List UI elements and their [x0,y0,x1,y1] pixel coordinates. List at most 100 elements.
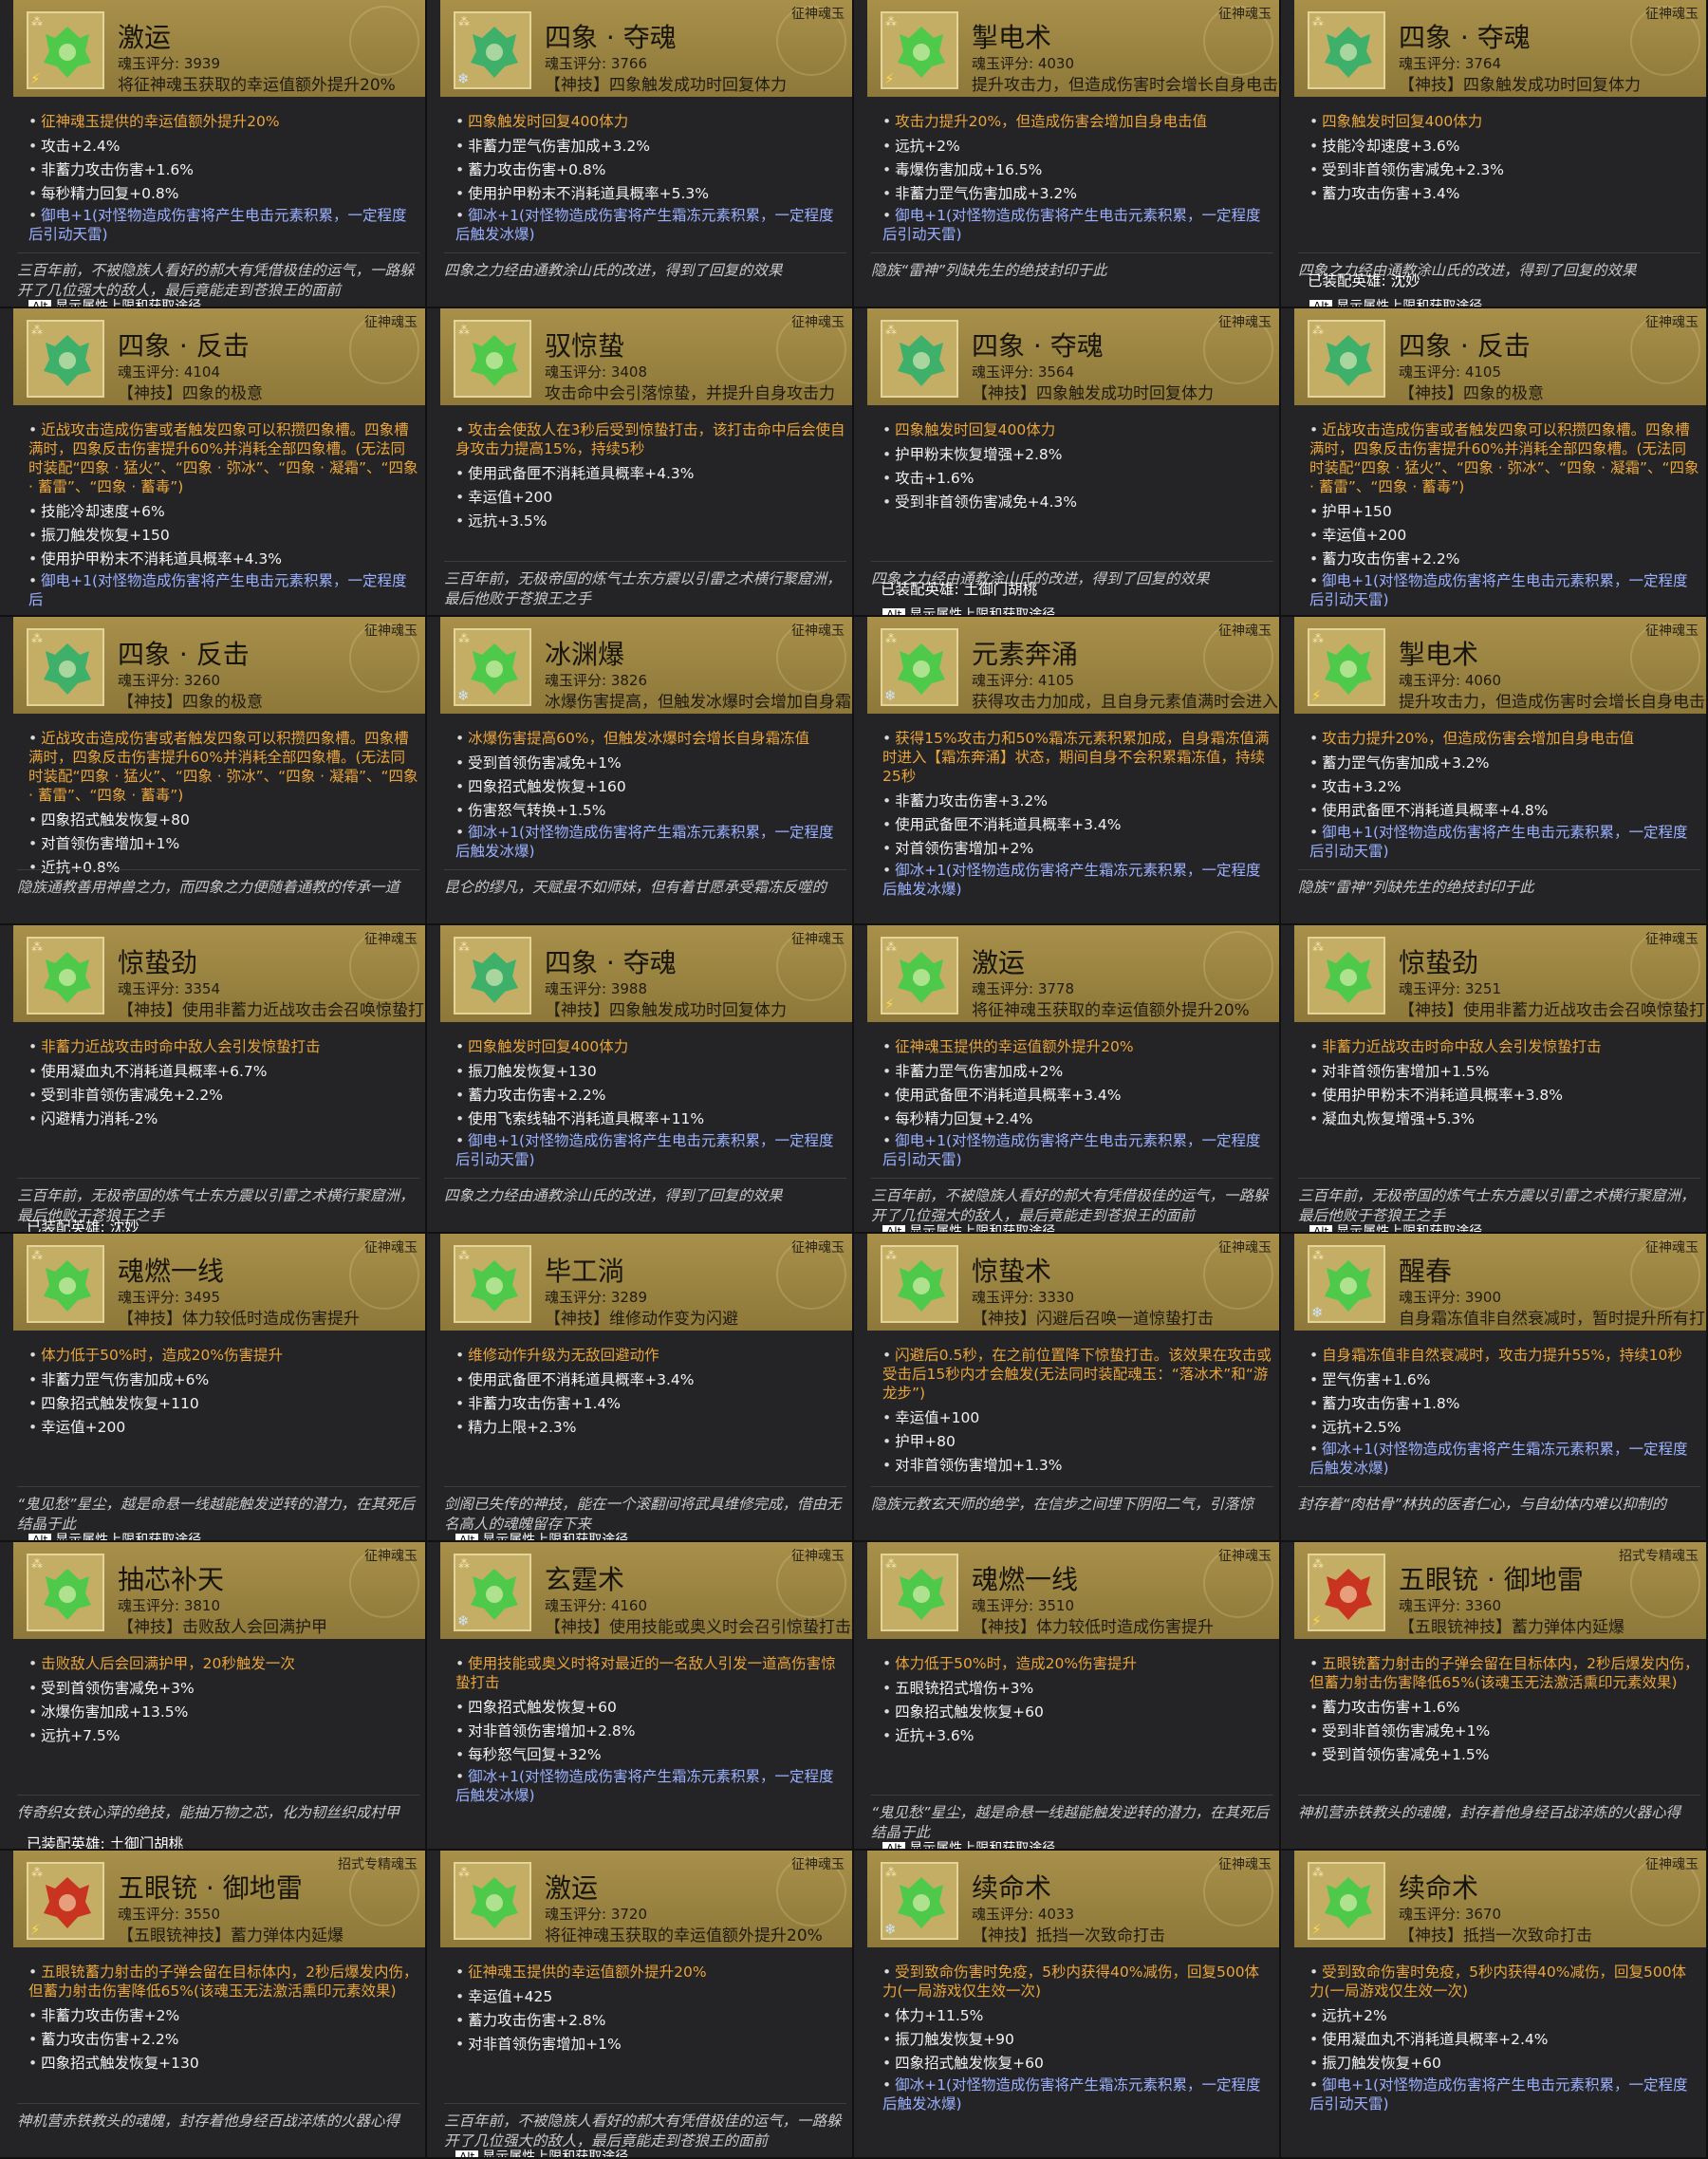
bullet-icon: • [28,161,38,178]
jade-type-tag: 征神魂玉 [791,7,845,22]
soul-jade-card[interactable]: 征神魂玉 ⁂ 四象 · 夺魂 魂玉评分: 3764 【神技】四象触发成功时回复体… [1281,0,1708,308]
flavor-text: 传奇织女铁心萍的绝技，能抽万物之芯，化为韧丝织成村甲 [17,1795,419,1823]
soul-jade-card[interactable]: 征神魂玉 ⁂ ❄ 冰渊爆 魂玉评分: 3826 冰爆伤害提高，但触发冰爆时会增加… [427,617,854,925]
jade-icon: ⁂ [454,1245,531,1323]
bullet-icon: • [28,113,38,130]
soul-jade-card[interactable]: 征神魂玉 ⁂ ❄ 元素奔涌 魂玉评分: 4105 获得攻击力加成，且自身元素值满… [854,617,1281,925]
stat-list: • 体力低于50%时，造成20%伤害提升 • 五眼铳招式增伤+3% • 四象招式触发恢复+… [882,1652,1273,1748]
soul-jade-card[interactable]: 征神魂玉 ⁂ 毕工淌 魂玉评分: 3289 【神技】维修动作变为闪避 • 维修动作… [427,1234,854,1542]
passive-effect-line: • 征神魂玉提供的幸运值额外提升20% [28,112,419,131]
line-text: 振刀触发恢复+90 [895,2031,1014,2048]
soul-jade-card[interactable]: 征神魂玉 ⁂ 魂燃一线 魂玉评分: 3510 【神技】体力较低时造成伤害提升 •… [854,1542,1281,1851]
bullet-icon: • [28,1110,38,1127]
soul-jade-card[interactable]: 征神魂玉 ⁂ ❄ 醒春 魂玉评分: 3900 自身霜冻值非自然衰减时，暂时提升所… [1281,1234,1708,1542]
line-text: 御电+1(对怪物造成伤害将产生电击元素积累，一定程度后 [28,572,407,608]
jade-name: 四象 · 夺魂 [545,22,677,53]
soul-jade-card[interactable]: 征神魂玉 ⁂ ⚡ 续命术 魂玉评分: 3670 【神技】抵挡一次致命打击 • 受到… [1281,1851,1708,2159]
soul-jade-card[interactable]: ⁂ ⚡ 激运 魂玉评分: 3939 将征神魂玉获取的幸运值额外提升20% • 征神… [0,0,427,308]
jade-name: 玄霆术 [545,1564,625,1595]
line-text: 使用武备匣不消耗道具概率+3.4% [895,1087,1122,1104]
jade-skill-desc: 【神技】四象触发成功时回复体力 [545,1001,787,1020]
bullet-icon: • [882,2055,892,2072]
soul-jade-card[interactable]: 征神魂玉 ⁂ ❄ 四象 · 夺魂 魂玉评分: 3766 【神技】四象触发成功时回… [427,0,854,308]
soul-jade-card[interactable]: 征神魂玉 ⁂ ❄ 续命术 魂玉评分: 4033 【神技】抵挡一次致命打击 • 受到… [854,1851,1281,2159]
jade-score: 魂玉评分: 3766 [545,55,647,72]
soul-jade-card[interactable]: 征神魂玉 ⁂ 四象 · 反击 魂玉评分: 3260 【神技】四象的极意 • 近战攻… [0,617,427,925]
line-text: 四象招式触发恢复+60 [895,1703,1044,1721]
line-text: 使用武备匣不消耗道具概率+4.3% [468,465,695,482]
soul-jade-card[interactable]: 招式专精魂玉 ⁂ ⚡ 五眼铳 · 御地雷 魂玉评分: 3550 【五眼铳神技】蓄… [0,1851,427,2159]
jade-type-tag: 征神魂玉 [1218,1240,1272,1256]
soul-jade-card[interactable]: 招式专精魂玉 ⁂ ⚡ 五眼铳 · 御地雷 魂玉评分: 3360 【五眼铳神技】蓄… [1281,1542,1708,1851]
bullet-icon: • [882,1964,892,1981]
soul-jade-card[interactable]: 征神魂玉 ⁂ ❄ 玄霆术 魂玉评分: 4160 【神技】使用技能或奥义时会召引惊… [427,1542,854,1851]
soul-jade-card[interactable]: 征神魂玉 ⁂ 激运 魂玉评分: 3720 将征神魂玉获取的幸运值额外提升20% … [427,1851,854,2159]
jade-skill-desc: 提升攻击力，但造成伤害时会增长自身电击值 [1399,693,1708,712]
element-infusion-line: • 御电+1(对怪物造成伤害将产生电击元素积累，一定程度后引动天雷) [28,206,419,244]
line-text: 对非首领伤害增加+1% [468,2036,622,2053]
line-text: 对非首领伤害增加+2.8% [468,1722,636,1740]
stat-list: • 四象触发时回复400体力 • 技能冷却速度+3.6% • 受到非首领伤害减免+2.3%… [1309,110,1700,206]
line-text: 御冰+1(对怪物造成伤害将产生霜冻元素积累，一定程度后触发冰爆) [455,1768,834,1804]
bullet-icon: • [28,1371,38,1388]
passive-effect-line: • 四象触发时回复400体力 [455,1037,846,1056]
jade-type-tag: 征神魂玉 [1645,1240,1699,1256]
soul-jade-card[interactable]: 征神魂玉 ⁂ 四象 · 夺魂 魂玉评分: 3564 【神技】四象触发成功时回复体… [854,308,1281,617]
stat-line: • 护甲+80 [882,1430,1273,1454]
line-text: 幸运值+100 [895,1409,980,1426]
card-header: 征神魂玉 ⁂ 四象 · 夺魂 魂玉评分: 3988 【神技】四象触发成功时回复体… [440,925,852,1022]
bullet-icon: • [1309,550,1319,568]
line-text: 四象招式触发恢复+60 [895,2055,1044,2072]
line-text: 毒爆伤害加成+16.5% [895,161,1043,178]
bullet-icon: • [882,185,892,202]
jade-icon: ⁂ [881,320,958,398]
jade-type-tag: 征神魂玉 [791,624,845,639]
jade-icon: ⁂ ❄ [454,11,531,89]
stat-line: • 攻击+1.6% [882,467,1273,491]
jade-icon: ⁂ [27,628,104,706]
bullet-icon: • [882,421,892,438]
jade-type-tag: 征神魂玉 [364,1549,418,1564]
soul-jade-card[interactable]: 征神魂玉 ⁂ 惊蛰劲 魂玉评分: 3251 【神技】使用非蓄力近战攻击会召唤惊蛰… [1281,925,1708,1234]
line-text: 四象触发时回复400体力 [895,421,1056,438]
bullet-icon: • [455,113,465,130]
soul-jade-card[interactable]: 征神魂玉 ⁂ 四象 · 夺魂 魂玉评分: 3988 【神技】四象触发成功时回复体… [427,925,854,1234]
jade-icon: ⁂ ⚡ [1308,628,1385,706]
card-header: 征神魂玉 ⁂ 抽芯补天 魂玉评分: 3810 【神技】击败敌人会回满护甲 [13,1542,425,1639]
line-text: 使用飞索线轴不消耗道具概率+11% [468,1110,705,1127]
alt-hint: Alt 显示属性上限和获取途径 [28,296,201,307]
soul-jade-card[interactable]: 征神魂玉 ⁂ 四象 · 反击 魂玉评分: 4104 【神技】四象的极意 • 近战攻… [0,308,427,617]
soul-jade-card[interactable]: 征神魂玉 ⁂ 驭惊蛰 魂玉评分: 3408 攻击命中会引落惊蛰，并提升自身攻击力… [427,308,854,617]
stat-line: • 凝血丸恢复增强+5.3% [1309,1107,1700,1131]
soul-jade-card[interactable]: 征神魂玉 ⁂ 惊蛰术 魂玉评分: 3330 【神技】闪避后召唤一道惊蛰打击 • 闪… [854,1234,1281,1542]
jade-name: 四象 · 夺魂 [1399,22,1531,53]
soul-jade-card[interactable]: 征神魂玉 ⁂ 惊蛰劲 魂玉评分: 3354 【神技】使用非蓄力近战攻击会召唤惊蛰… [0,925,427,1234]
alt-hint: Alt 显示属性上限和获取途径 [882,605,1055,615]
bullet-icon: • [455,754,465,772]
jade-score: 魂玉评分: 3564 [972,363,1074,381]
jade-score: 魂玉评分: 3354 [118,980,220,997]
line-text: 四象招式触发恢复+110 [41,1395,199,1412]
bullet-icon: • [28,1347,38,1364]
bullet-icon: • [882,2007,892,2024]
alt-hint: Alt 显示属性上限和获取途径 [1309,296,1482,307]
soul-jade-card[interactable]: 征神魂玉 ⁂ 魂燃一线 魂玉评分: 3495 【神技】体力较低时造成伤害提升 •… [0,1234,427,1542]
equipped-hero: 已装配英雄: 沈妙 [27,1219,139,1234]
line-text: 对首领伤害增加+2% [895,840,1034,857]
bullet-icon: • [882,1433,892,1450]
soul-jade-card[interactable]: ⁂ ⚡ 激运 魂玉评分: 3778 将征神魂玉获取的幸运值额外提升20% • 征神… [854,925,1281,1234]
jade-score: 魂玉评分: 4160 [545,1597,647,1614]
soul-jade-card[interactable]: 征神魂玉 ⁂ 四象 · 反击 魂玉评分: 4105 【神技】四象的极意 • 近战攻… [1281,308,1708,617]
bullet-icon: • [882,207,892,224]
card-header: 征神魂玉 ⁂ 惊蛰术 魂玉评分: 3330 【神技】闪避后召唤一道惊蛰打击 [867,1234,1279,1331]
soul-jade-card[interactable]: 征神魂玉 ⁂ 抽芯补天 魂玉评分: 3810 【神技】击败敌人会回满护甲 • 击败… [0,1542,427,1851]
jade-score: 魂玉评分: 4033 [972,1906,1074,1923]
soul-jade-card[interactable]: 征神魂玉 ⁂ ⚡ 掣电术 魂玉评分: 4030 提升攻击力，但造成伤害时会增长自… [854,0,1281,308]
stat-line: • 非蓄力攻击伤害+1.6% [28,158,419,182]
line-text: 御冰+1(对怪物造成伤害将产生霜冻元素积累，一定程度后触发冰爆) [455,207,834,243]
element-mark-icon: ❄ [1311,1304,1324,1321]
jade-skill-desc: 获得攻击力加成，且自身元素值满时会进入【元素奔涌】态（效果根据此魂玉元素属性改变… [972,693,1281,712]
line-text: 罡气伤害+1.6% [1322,1371,1431,1388]
soul-jade-card[interactable]: 征神魂玉 ⁂ ⚡ 掣电术 魂玉评分: 4060 提升攻击力，但造成伤害时会增长自… [1281,617,1708,925]
jade-type-tag: 征神魂玉 [1645,932,1699,947]
